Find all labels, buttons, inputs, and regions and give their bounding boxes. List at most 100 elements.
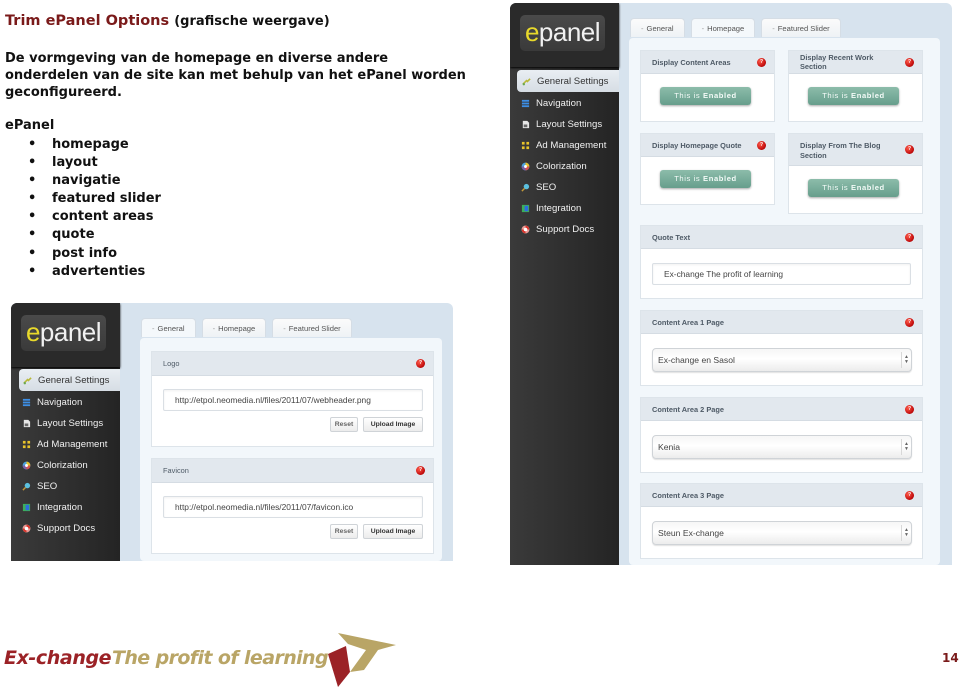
quote-text-box: Quote Text? Ex-change The profit of lear… xyxy=(640,225,923,299)
sidebar-item-support-docs[interactable]: Support Docs xyxy=(510,219,619,240)
sidebar-item-label: Ad Management xyxy=(536,140,607,151)
sidebar-item-label: Colorization xyxy=(37,460,88,471)
favicon-reset-button[interactable]: Reset xyxy=(330,524,358,539)
sidebar-item-label: Integration xyxy=(536,203,582,214)
help-icon[interactable]: ? xyxy=(905,404,914,414)
list-heading: ePanel xyxy=(5,118,55,133)
sidebar-item-general-settings[interactable]: General Settings xyxy=(19,369,120,391)
display-recent-work-box: Display Recent Work Section? This is Ena… xyxy=(788,50,923,122)
tab-featured-slider[interactable]: - Featured Slider xyxy=(761,18,841,37)
logo-url-input[interactable]: http://etpol.neomedia.nl/files/2011/07/w… xyxy=(163,389,423,411)
sidebar-item-support-docs[interactable]: Support Docs xyxy=(11,518,120,539)
box-header: Display Homepage Quote? xyxy=(641,134,774,157)
brand-tagline: The profit of learning xyxy=(112,647,329,669)
sidebar-item-ad-management[interactable]: Ad Management xyxy=(11,434,120,455)
logo-reset-button[interactable]: Reset xyxy=(330,417,358,432)
sidebar-item-integration[interactable]: Integration xyxy=(11,497,120,518)
help-icon[interactable]: ? xyxy=(905,145,914,154)
favicon-box: Favicon? http://etpol.neomedia.nl/files/… xyxy=(151,458,434,554)
tab-bullet: - xyxy=(283,323,286,333)
help-icon[interactable]: ? xyxy=(416,359,425,368)
display-homepage-quote-toggle[interactable]: This is Enabled xyxy=(660,170,751,188)
list-icon xyxy=(521,99,530,108)
box-label: Logo xyxy=(163,359,180,368)
help-icon[interactable]: ? xyxy=(757,57,766,67)
sidebar-item-colorization[interactable]: Colorization xyxy=(11,455,120,476)
list-item: • navigatie xyxy=(28,172,161,190)
toggle-prefix: This is xyxy=(822,91,849,100)
help-icon[interactable]: ? xyxy=(416,466,425,475)
box-label: Favicon xyxy=(163,466,189,475)
content-area-3-select[interactable]: Steun Ex-change ▲ ▼ xyxy=(652,521,912,545)
help-icon[interactable]: ? xyxy=(905,317,914,327)
content-area-1-select[interactable]: Ex-change en Sasol ▲ ▼ xyxy=(652,348,912,372)
display-from-blog-toggle[interactable]: This is Enabled xyxy=(808,179,899,197)
tab-bar: - General - Homepage - Featured Slider xyxy=(141,318,352,337)
select-arrows-icon: ▲ ▼ xyxy=(901,525,911,541)
list-item-text: navigatie xyxy=(52,173,121,189)
content-area-1-box: Content Area 1 Page? Ex-change en Sasol ▲… xyxy=(640,310,923,386)
brand-mark-icon xyxy=(328,633,396,687)
sidebar-item-seo[interactable]: SEO xyxy=(510,177,619,198)
sidebar-item-label: Layout Settings xyxy=(37,418,104,429)
sidebar-item-label: General Settings xyxy=(38,374,110,386)
tab-label: Homepage xyxy=(218,323,256,333)
box-header: Display Recent Work Section? xyxy=(789,51,922,74)
list-item: • post info xyxy=(28,245,161,263)
list-item-text: post info xyxy=(52,245,118,261)
sidebar-item-navigation[interactable]: Navigation xyxy=(510,93,619,114)
sidebar-item-ad-management[interactable]: Ad Management xyxy=(510,135,619,156)
help-icon[interactable]: ? xyxy=(757,140,766,150)
help-icon[interactable]: ? xyxy=(905,232,914,242)
display-content-areas-toggle[interactable]: This is Enabled xyxy=(660,87,751,105)
list-item: • homepage xyxy=(28,136,161,154)
logo-area: epanel xyxy=(510,3,619,67)
tab-label: Featured Slider xyxy=(288,323,341,333)
box-header: Display Content Areas? xyxy=(641,51,774,74)
epanel-homepage-screenshot: epanel General Settings Navigation Layout … xyxy=(510,3,952,565)
sidebar-item-layout-settings[interactable]: Layout Settings xyxy=(510,114,619,135)
sidebar-item-general-settings[interactable]: General Settings xyxy=(517,70,619,92)
tab-bullet: - xyxy=(641,23,644,33)
epanel-logo: epanel xyxy=(21,315,106,351)
box-label: Content Area 1 Page xyxy=(652,317,725,327)
magnifier-icon xyxy=(521,183,530,192)
logo-area: epanel xyxy=(11,303,120,367)
box-header: Logo? xyxy=(152,352,433,376)
tab-general[interactable]: - General xyxy=(141,318,196,337)
wrench-icon xyxy=(522,77,531,86)
display-recent-work-toggle[interactable]: This is Enabled xyxy=(808,87,899,105)
select-value: Ex-change en Sasol xyxy=(658,355,735,365)
select-arrows-icon: ▲ ▼ xyxy=(901,352,911,368)
favicon-url-input[interactable]: http://etpol.neomedia.nl/files/2011/07/f… xyxy=(163,496,423,518)
list-item-text: quote xyxy=(52,227,95,243)
sidebar-item-seo[interactable]: SEO xyxy=(11,476,120,497)
sidebar-item-layout-settings[interactable]: Layout Settings xyxy=(11,413,120,434)
favicon-upload-button[interactable]: Upload Image xyxy=(363,524,423,539)
tab-bullet: - xyxy=(772,23,775,33)
logo-box: Logo? http://etpol.neomedia.nl/files/201… xyxy=(151,351,434,447)
logo-upload-button[interactable]: Upload Image xyxy=(363,417,423,432)
bullet-icon: • xyxy=(28,173,37,189)
tab-homepage[interactable]: - Homepage xyxy=(690,18,756,37)
help-icon[interactable]: ? xyxy=(905,490,914,500)
toggle-state: Enabled xyxy=(851,183,885,192)
epanel-sidebar: epanel General Settings Navigation Layout … xyxy=(11,303,120,561)
sidebar-item-integration[interactable]: Integration xyxy=(510,198,619,219)
quote-text-input[interactable]: Ex-change The profit of learning xyxy=(652,263,911,285)
display-homepage-quote-box: Display Homepage Quote? This is Enabled xyxy=(640,133,775,205)
intro-paragraph: De vormgeving van de homepage en diverse… xyxy=(5,51,466,100)
box-header: Quote Text? xyxy=(641,226,922,249)
content-area-2-select[interactable]: Kenia ▲ ▼ xyxy=(652,435,912,459)
epanel-main: - General - Homepage - Featured Slider Logo… xyxy=(120,303,453,561)
list-item: • quote xyxy=(28,226,161,244)
sidebar-item-colorization[interactable]: Colorization xyxy=(510,156,619,177)
help-icon[interactable]: ? xyxy=(905,57,914,67)
document-icon xyxy=(521,120,530,129)
select-value: Steun Ex-change xyxy=(658,528,724,538)
sidebar-item-navigation[interactable]: Navigation xyxy=(11,392,120,413)
tab-homepage[interactable]: - Homepage xyxy=(201,318,267,337)
color-wheel-icon xyxy=(521,162,530,171)
tab-general[interactable]: - General xyxy=(630,18,685,37)
tab-featured-slider[interactable]: - Featured Slider xyxy=(272,318,352,337)
